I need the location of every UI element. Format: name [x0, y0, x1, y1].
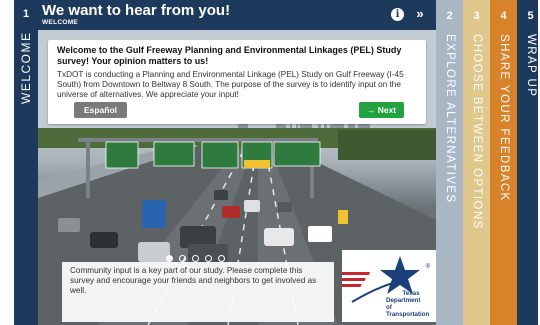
- carousel-dot[interactable]: [205, 255, 212, 262]
- step-label-wrapup: WRAP UP: [524, 34, 537, 98]
- logo-line-3: of Transportation: [386, 304, 430, 318]
- logo-line-1: Texas: [402, 290, 420, 297]
- step-tab-welcome[interactable]: 1 WELCOME: [14, 0, 38, 325]
- main-panel: We want to hear from you! WELCOME i » We…: [38, 0, 436, 325]
- step-label-choose: CHOOSE BETWEEN OPTIONS: [470, 34, 483, 230]
- carousel-dot[interactable]: [192, 255, 199, 262]
- page-title: We want to hear from you!: [42, 2, 231, 19]
- step-number: 2: [446, 10, 453, 22]
- carousel-dot[interactable]: [218, 255, 225, 262]
- step-label-welcome: WELCOME: [19, 31, 33, 104]
- community-input-box: Community input is a key part of our stu…: [62, 262, 334, 322]
- carousel-dot[interactable]: [166, 255, 173, 262]
- carousel-dots: [166, 255, 225, 262]
- welcome-heading: Welcome to the Gulf Freeway Planning and…: [57, 45, 402, 66]
- step-number: 3: [473, 10, 480, 22]
- step-number: 5: [527, 10, 534, 22]
- step-tab-explore-alternatives[interactable]: 2 EXPLORE ALTERNATIVES: [436, 0, 463, 325]
- next-button[interactable]: → Next: [359, 102, 404, 118]
- community-input-text: Community input is a key part of our stu…: [70, 266, 317, 295]
- info-icon[interactable]: i: [391, 8, 404, 21]
- step-tab-share-feedback[interactable]: 4 SHARE YOUR FEEDBACK: [490, 0, 517, 325]
- step-label-explore: EXPLORE ALTERNATIVES: [443, 34, 456, 204]
- step-tab-wrap-up[interactable]: 5 WRAP UP: [517, 0, 538, 325]
- header-bar: We want to hear from you! WELCOME i »: [38, 0, 436, 30]
- step-label-feedback: SHARE YOUR FEEDBACK: [497, 34, 510, 202]
- logo-line-2: Department: [386, 297, 421, 304]
- step-tab-choose-options[interactable]: 3 CHOOSE BETWEEN OPTIONS: [463, 0, 490, 325]
- carousel-dot[interactable]: [179, 255, 186, 262]
- txdot-logo: ® Texas Department of Transportation: [330, 250, 436, 322]
- registered-mark: ®: [425, 264, 430, 270]
- step-number: 4: [500, 10, 507, 22]
- txdot-wordmark: Texas Department of Transportation: [386, 290, 436, 318]
- page-subtitle: WELCOME: [42, 19, 79, 26]
- step-number: 1: [22, 8, 30, 20]
- welcome-body: TxDOT is conducting a Planning and Envir…: [57, 70, 404, 99]
- espanol-button[interactable]: Español: [74, 102, 127, 118]
- double-chevron-right-icon[interactable]: »: [412, 6, 428, 22]
- survey-frame: 1 WELCOME We want to hear from you! WELC…: [14, 0, 538, 325]
